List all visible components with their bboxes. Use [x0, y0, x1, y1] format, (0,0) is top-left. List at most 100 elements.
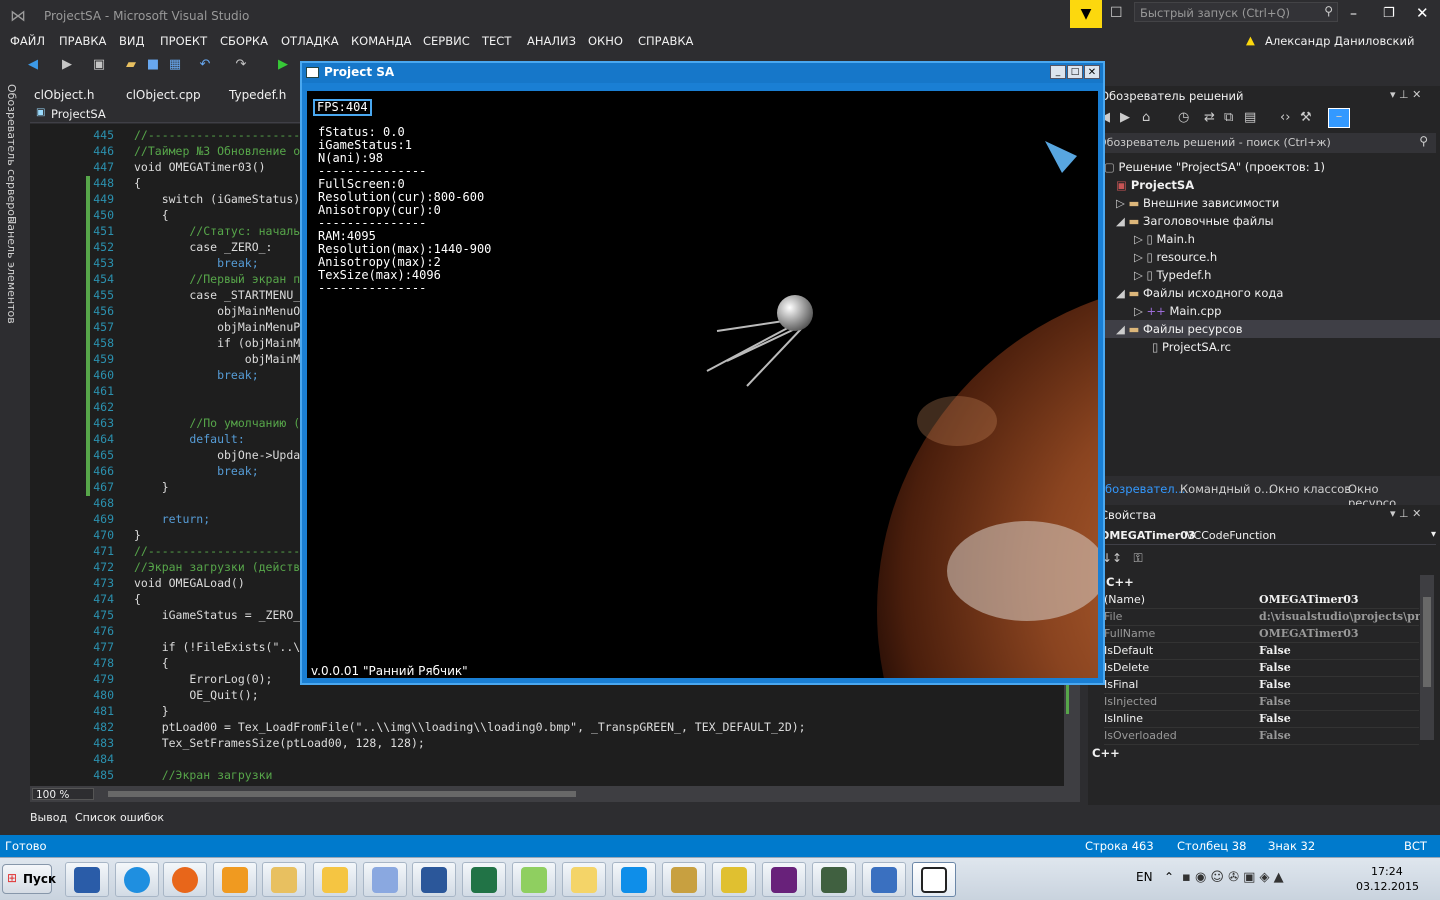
tree-solution[interactable]: ▢ Решение "ProjectSA" (проектов: 1)	[1104, 160, 1325, 174]
tab-typedef-h[interactable]: Typedef.h	[229, 88, 286, 102]
tree-resource-files[interactable]: ◢ ▬ Файлы ресурсов	[1116, 322, 1242, 336]
game-minimize-button[interactable]: _	[1050, 65, 1066, 79]
code-line[interactable]: OE_Quit();	[134, 688, 258, 702]
explorer-task-icon[interactable]	[262, 862, 306, 897]
feedback-icon[interactable]: ☐	[1110, 5, 1123, 21]
code-line[interactable]: //Статус: начальная	[134, 224, 321, 238]
projectsa-task-icon[interactable]	[912, 862, 956, 897]
game-canvas[interactable]: FPS:404 fStatus: 0.0 iGameStatus:1 N(ani…	[307, 91, 1098, 678]
code-line[interactable]: //Экран загрузки	[134, 768, 273, 782]
code-line[interactable]: {	[134, 176, 141, 190]
property-value[interactable]: False	[1259, 661, 1291, 674]
code-line[interactable]: default:	[134, 432, 244, 446]
code-line[interactable]: ptLoad00 = Tex_LoadFromFile("..\\img\\lo…	[134, 720, 806, 734]
menu-tools[interactable]: СЕРВИС	[423, 34, 470, 48]
code-line[interactable]: return;	[134, 512, 210, 526]
menu-team[interactable]: КОМАНДА	[351, 34, 412, 48]
property-row[interactable]: IsDelete False	[1104, 660, 1419, 677]
sort-icon[interactable]: ↓↕ ⚿	[1102, 551, 1143, 566]
code-line[interactable]: switch (iGameStatus)	[134, 192, 300, 206]
server-explorer-tab[interactable]: Обозреватель серверов	[5, 84, 18, 222]
new-project-icon[interactable]: ▣	[90, 56, 108, 74]
tree-header-files[interactable]: ◢ ▬ Заголовочные файлы	[1116, 214, 1274, 228]
word-task-icon[interactable]	[412, 862, 456, 897]
property-row[interactable]: (Name) OMEGATimer03	[1104, 592, 1419, 609]
code-line[interactable]: if (objMainMenuP	[134, 336, 328, 350]
code-line[interactable]: void OMEGATimer03()	[134, 160, 266, 174]
tab-solution-explorer[interactable]: Обозревател...	[1096, 482, 1186, 496]
tray-expand-icon[interactable]: ⌃	[1164, 870, 1174, 884]
property-row[interactable]: IsOverloaded False	[1104, 728, 1419, 745]
save-icon[interactable]: ■	[144, 56, 162, 74]
menu-test[interactable]: ТЕСТ	[482, 34, 511, 48]
tree-main-cpp[interactable]: ▷ ++ Main.cpp	[1134, 304, 1221, 318]
property-row[interactable]: IsInline False	[1104, 711, 1419, 728]
props-scrollbar[interactable]	[1420, 575, 1434, 740]
notepad-pp-task-icon[interactable]	[512, 862, 556, 897]
ie-task-icon[interactable]	[115, 862, 159, 897]
property-value[interactable]: False	[1259, 729, 1291, 742]
tab-team-explorer[interactable]: Командный о...	[1180, 482, 1272, 496]
menu-edit[interactable]: ПРАВКА	[59, 34, 106, 48]
code-view-icon[interactable]: ‹›	[1280, 110, 1290, 125]
toolbox-tab[interactable]: Панель элементов	[5, 216, 18, 324]
tab-output[interactable]: Вывод	[30, 811, 67, 824]
tree-external-deps[interactable]: ▷ ▬ Внешние зависимости	[1116, 196, 1279, 210]
maximize-button[interactable]: ❐	[1383, 6, 1395, 21]
property-row[interactable]: IsFinal False	[1104, 677, 1419, 694]
show-all-icon[interactable]: ▤	[1244, 110, 1256, 125]
clock-date[interactable]: 03.12.2015	[1356, 880, 1419, 893]
tab-class-view[interactable]: Окно классов	[1269, 482, 1351, 496]
folder-task-icon[interactable]	[562, 862, 606, 897]
menu-project[interactable]: ПРОЕКТ	[160, 34, 207, 48]
tree-project[interactable]: ▣ ProjectSA	[1116, 178, 1194, 192]
visual-studio-task-icon[interactable]	[762, 862, 806, 897]
code-line[interactable]: {	[134, 592, 141, 606]
code-line[interactable]: Tex_SetFramesSize(ptLoad00, 128, 128);	[134, 736, 425, 750]
horizontal-scrollbar[interactable]: 100 %	[30, 786, 1080, 802]
forward-icon[interactable]: ▶	[1120, 110, 1130, 125]
game-window[interactable]: Project SA _ □ ✕ FPS:404 fStatus: 0.0 iG…	[300, 61, 1105, 685]
menu-view[interactable]: ВИД	[119, 34, 144, 48]
menu-debug[interactable]: ОТЛАДКА	[281, 34, 339, 48]
code-line[interactable]: iGameStatus = _ZERO_;	[134, 608, 307, 622]
property-value[interactable]: d:\visualstudio\projects\pr	[1259, 610, 1421, 623]
code-line[interactable]: //Первый экран после	[134, 272, 328, 286]
teamviewer-task-icon[interactable]	[612, 862, 656, 897]
property-value[interactable]: False	[1259, 695, 1291, 708]
code-line[interactable]: case _ZERO_:	[134, 240, 272, 254]
code-line[interactable]: }	[134, 528, 141, 542]
pin-icon[interactable]: ▾ ⊥ ✕	[1390, 507, 1421, 520]
project-dropdown[interactable]: ProjectSA	[51, 107, 106, 121]
property-value[interactable]: False	[1259, 644, 1291, 657]
tab-clobject-cpp[interactable]: clObject.cpp	[126, 88, 201, 102]
start-debug-icon[interactable]: ▶	[274, 56, 292, 74]
filter-notification-icon[interactable]: ▼	[1070, 0, 1102, 28]
tree-typedef-h[interactable]: ▷ ▯ Typedef.h	[1134, 268, 1211, 282]
menu-file[interactable]: ФАЙЛ	[10, 34, 45, 48]
code-line[interactable]: objOne->Update()	[134, 448, 328, 462]
code-line[interactable]: break;	[134, 368, 259, 382]
start-button[interactable]: ⊞ Пуск	[2, 864, 56, 894]
code-line[interactable]: {	[134, 656, 169, 670]
game-window-titlebar[interactable]: Project SA _ □ ✕	[302, 63, 1103, 83]
minimize-button[interactable]: –	[1350, 6, 1357, 22]
code-line[interactable]: //По умолчанию (тест	[134, 416, 328, 430]
preview-icon[interactable]: –	[1328, 108, 1350, 128]
code-line[interactable]: void OMEGALoad()	[134, 576, 245, 590]
language-indicator[interactable]: EN	[1136, 870, 1153, 884]
sync-icon[interactable]: ◷	[1178, 110, 1189, 125]
game-close-button[interactable]: ✕	[1084, 65, 1100, 79]
zoom-dropdown[interactable]: 100 %	[32, 788, 94, 801]
powershell-task-icon[interactable]	[65, 862, 109, 897]
redo-icon[interactable]: ↷	[232, 56, 250, 74]
menu-analyze[interactable]: АНАЛИЗ	[527, 34, 576, 48]
tree-main-h[interactable]: ▷ ▯ Main.h	[1134, 232, 1195, 246]
code-line[interactable]: objMainMenuP	[134, 352, 328, 366]
property-value[interactable]: OMEGATimer03	[1259, 593, 1359, 606]
property-row[interactable]: IsInjected False	[1104, 694, 1419, 711]
menu-window[interactable]: ОКНО	[588, 34, 623, 48]
menu-help[interactable]: СПРАВКА	[638, 34, 693, 48]
paint-task-icon[interactable]	[363, 862, 407, 897]
code-line[interactable]: }	[134, 704, 169, 718]
